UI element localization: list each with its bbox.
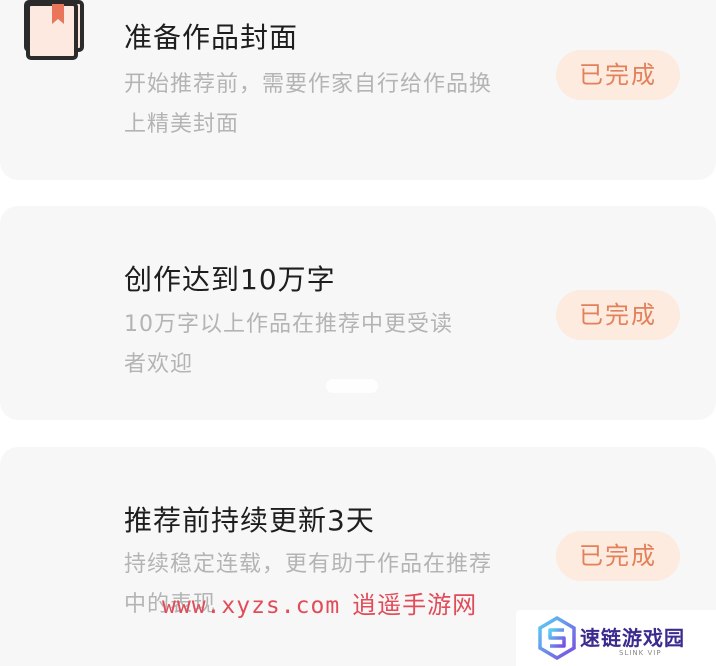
watermark-text: www.xyzs.com 逍遥手游网 xyxy=(162,585,477,620)
scroll-indicator xyxy=(326,379,378,393)
task-description: 开始推荐前，需要作家自行给作品换 上精美封面 xyxy=(124,65,519,145)
task-description: 10万字以上作品在推荐中更受读 者欢迎 xyxy=(124,305,519,385)
watermark-brand: 逍遥手游网 xyxy=(352,591,478,619)
watermark-url: www.xyzs.com xyxy=(162,593,341,619)
task-title: 准备作品封面 xyxy=(124,21,299,54)
task-description-line: 者欢迎 xyxy=(124,352,194,377)
logo-title: 速链游戏园 xyxy=(580,626,685,650)
task-description-line: 10万字以上作品在推荐中更受读 xyxy=(124,312,453,337)
task-description-line: 上精美封面 xyxy=(124,112,240,137)
task-description-line: 开始推荐前，需要作家自行给作品换 xyxy=(124,72,493,97)
task-title: 推荐前持续更新3天 xyxy=(124,504,375,537)
status-completed-button[interactable]: 已完成 xyxy=(556,531,680,581)
hexagon-logo-icon xyxy=(538,615,576,664)
task-description-line: 持续稳定连载，更有助于作品在推荐 xyxy=(124,552,493,577)
status-completed-button[interactable]: 已完成 xyxy=(556,50,680,100)
logo-subtitle: SLINK VIP xyxy=(619,649,662,657)
status-completed-button[interactable]: 已完成 xyxy=(556,290,680,340)
corner-logo: 速链游戏园 SLINK VIP xyxy=(516,610,716,666)
bookmark-book-icon xyxy=(24,0,80,66)
task-title: 创作达到10万字 xyxy=(124,263,336,296)
